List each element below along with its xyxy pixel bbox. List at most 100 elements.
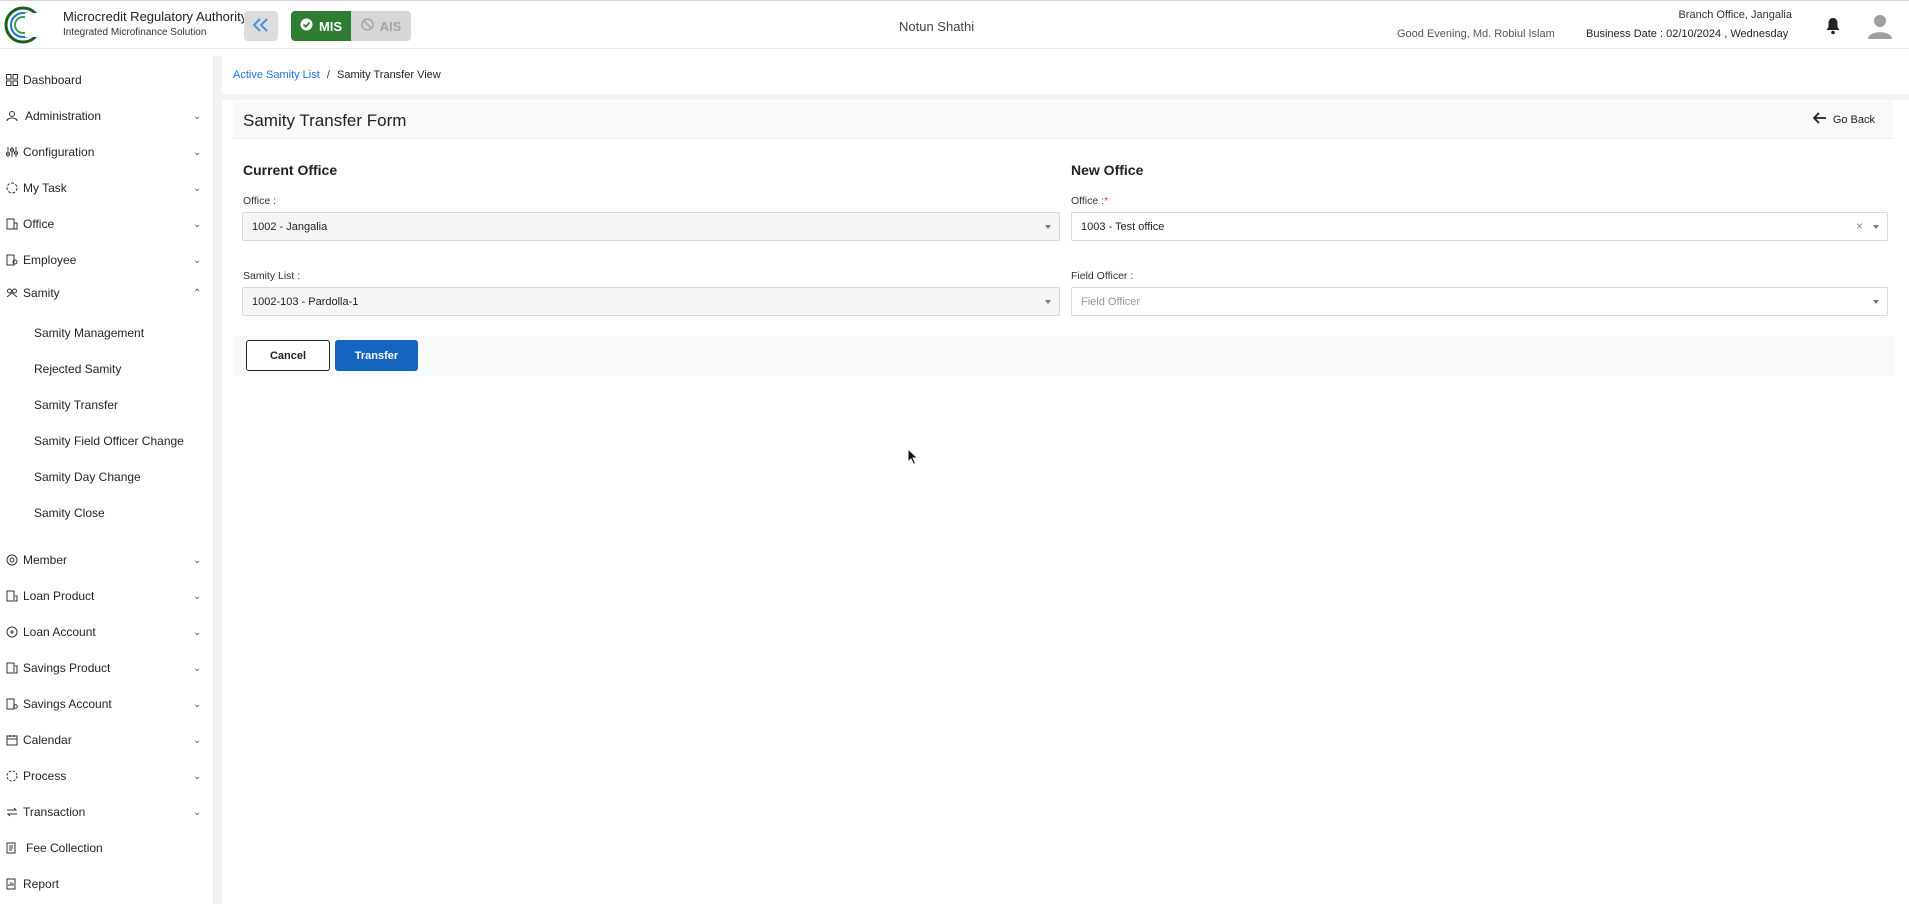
check-circle-icon	[300, 18, 313, 34]
savings-product-icon	[5, 661, 19, 675]
chevron-down-icon: ⌄	[193, 254, 202, 266]
samity-list-value: 1002-103 - Pardolla-1	[252, 295, 359, 308]
field-officer-select[interactable]: Field Officer	[1071, 287, 1888, 316]
new-office-value: 1003 - Test office	[1081, 220, 1165, 233]
brand-title: Microcredit Regulatory Authority	[63, 9, 248, 24]
new-office-heading: New Office	[1071, 162, 1144, 178]
chevron-down-icon: ⌄	[193, 110, 202, 122]
breadcrumb-current: Samity Transfer View	[337, 69, 441, 81]
office-icon	[5, 217, 19, 231]
mra-logo	[3, 5, 55, 45]
sidebar-item-employee[interactable]: Employee ⌄	[0, 245, 214, 275]
go-back-button[interactable]: Go Back	[1812, 112, 1875, 127]
transfer-button[interactable]: Transfer	[335, 340, 418, 371]
loan-product-icon	[5, 589, 19, 603]
breadcrumb-link-active-samity-list[interactable]: Active Samity List	[233, 69, 320, 81]
sidebar-subitem-samity-day-change[interactable]: Samity Day Change	[34, 470, 141, 484]
transaction-icon	[5, 805, 19, 819]
organization-name: Notun Shathi	[899, 19, 975, 34]
module-switcher: MIS AIS	[291, 11, 411, 41]
sidebar-item-label: Office	[23, 217, 55, 231]
mouse-cursor-icon	[907, 447, 919, 469]
sidebar-item-label: Loan Product	[23, 589, 95, 603]
sidebar-subitem-samity-close[interactable]: Samity Close	[34, 506, 105, 520]
sidebar-item-label: Transaction	[23, 805, 86, 819]
process-icon	[5, 769, 19, 783]
sidebar-item-label: Employee	[23, 253, 77, 267]
sidebar-subitem-samity-transfer[interactable]: Samity Transfer	[34, 398, 118, 412]
admin-icon	[5, 109, 19, 123]
sidebar-item-label: Fee Collection	[26, 841, 103, 855]
mis-button[interactable]: MIS	[291, 11, 351, 41]
caret-down-icon	[1873, 225, 1879, 229]
double-chevron-left-icon	[252, 17, 270, 35]
notification-bell-icon[interactable]	[1825, 17, 1841, 38]
ais-label: AIS	[379, 18, 402, 34]
sidebar-item-loan-account[interactable]: Loan Account ⌄	[0, 617, 214, 647]
breadcrumb: Active Samity List / Samity Transfer Vie…	[233, 69, 441, 81]
sidebar-item-label: Report	[23, 877, 60, 891]
sidebar-subitem-rejected-samity[interactable]: Rejected Samity	[34, 362, 121, 376]
member-icon	[5, 553, 19, 567]
chevron-down-icon: ⌄	[193, 626, 202, 638]
current-office-value: 1002 - Jangalia	[252, 220, 328, 233]
sidebar-item-transaction[interactable]: Transaction ⌄	[0, 797, 214, 827]
sidebar-item-office[interactable]: Office ⌄	[0, 209, 214, 239]
sidebar-item-label: Samity	[23, 286, 60, 300]
sidebar-item-configuration[interactable]: Configuration ⌄	[0, 137, 214, 167]
sidebar-item-administration[interactable]: Administration ⌄	[0, 101, 214, 131]
savings-account-icon	[5, 697, 19, 711]
cancel-button[interactable]: Cancel	[246, 340, 330, 371]
sidebar-item-label: Savings Account	[23, 697, 112, 711]
form-actions: Cancel Transfer	[233, 336, 1895, 376]
sidebar-gutter	[214, 56, 222, 904]
caret-down-icon	[1045, 225, 1051, 229]
user-avatar-icon[interactable]	[1866, 12, 1894, 43]
chevron-down-icon: ⌄	[193, 806, 202, 818]
sidebar-item-report[interactable]: Report	[0, 869, 214, 899]
sidebar-collapse-button[interactable]	[244, 11, 278, 41]
sidebar-item-dashboard[interactable]: Dashboard	[0, 65, 214, 95]
report-icon	[5, 877, 19, 891]
samity-list-select[interactable]: 1002-103 - Pardolla-1	[242, 287, 1060, 316]
new-office-select[interactable]: 1003 - Test office ×	[1071, 212, 1888, 241]
sidebar-item-label: Administration	[25, 109, 102, 123]
chevron-down-icon: ⌄	[193, 698, 202, 710]
field-officer-placeholder: Field Officer	[1081, 295, 1141, 308]
task-icon	[5, 181, 19, 195]
brand-subtitle: Integrated Microfinance Solution	[63, 27, 207, 38]
current-office-select[interactable]: 1002 - Jangalia	[242, 212, 1060, 241]
go-back-label: Go Back	[1832, 113, 1875, 126]
ais-button[interactable]: AIS	[351, 11, 411, 41]
calendar-icon	[5, 733, 19, 747]
chevron-down-icon: ⌄	[193, 182, 202, 194]
samity-icon	[5, 286, 19, 300]
sidebar-item-savings-account[interactable]: Savings Account ⌄	[0, 689, 214, 719]
content-divider	[222, 94, 1909, 100]
sliders-icon	[5, 145, 19, 159]
sidebar-item-label: Loan Account	[23, 625, 96, 639]
sidebar-item-samity[interactable]: Samity ⌃	[0, 278, 214, 308]
disabled-icon	[360, 18, 374, 34]
sidebar-item-process[interactable]: Process ⌄	[0, 761, 214, 791]
form-header: Samity Transfer Form Go Back	[233, 101, 1893, 139]
current-office-label: Office :	[243, 195, 277, 207]
chevron-down-icon: ⌄	[193, 146, 202, 158]
clear-icon[interactable]: ×	[1856, 219, 1863, 233]
sidebar-item-loan-product[interactable]: Loan Product ⌄	[0, 581, 214, 611]
sidebar-item-savings-product[interactable]: Savings Product ⌄	[0, 653, 214, 683]
sidebar-item-label: Configuration	[23, 145, 95, 159]
sidebar-subitem-samity-management[interactable]: Samity Management	[34, 326, 144, 340]
new-office-label: Office :*	[1071, 195, 1108, 207]
chevron-down-icon: ⌄	[193, 734, 202, 746]
sidebar-item-my-task[interactable]: My Task ⌄	[0, 173, 214, 203]
chevron-down-icon: ⌄	[193, 218, 202, 230]
sidebar-item-calendar[interactable]: Calendar ⌄	[0, 725, 214, 755]
sidebar-item-member[interactable]: Member ⌄	[0, 545, 214, 575]
sidebar: Dashboard Administration ⌄ Configuration…	[0, 56, 214, 904]
employee-icon	[5, 253, 19, 267]
chevron-down-icon: ⌄	[193, 554, 202, 566]
sidebar-subitem-samity-field-officer-change[interactable]: Samity Field Officer Change	[34, 434, 184, 448]
sidebar-item-fee-collection[interactable]: Fee Collection	[0, 833, 214, 863]
required-mark: *	[1104, 195, 1109, 207]
